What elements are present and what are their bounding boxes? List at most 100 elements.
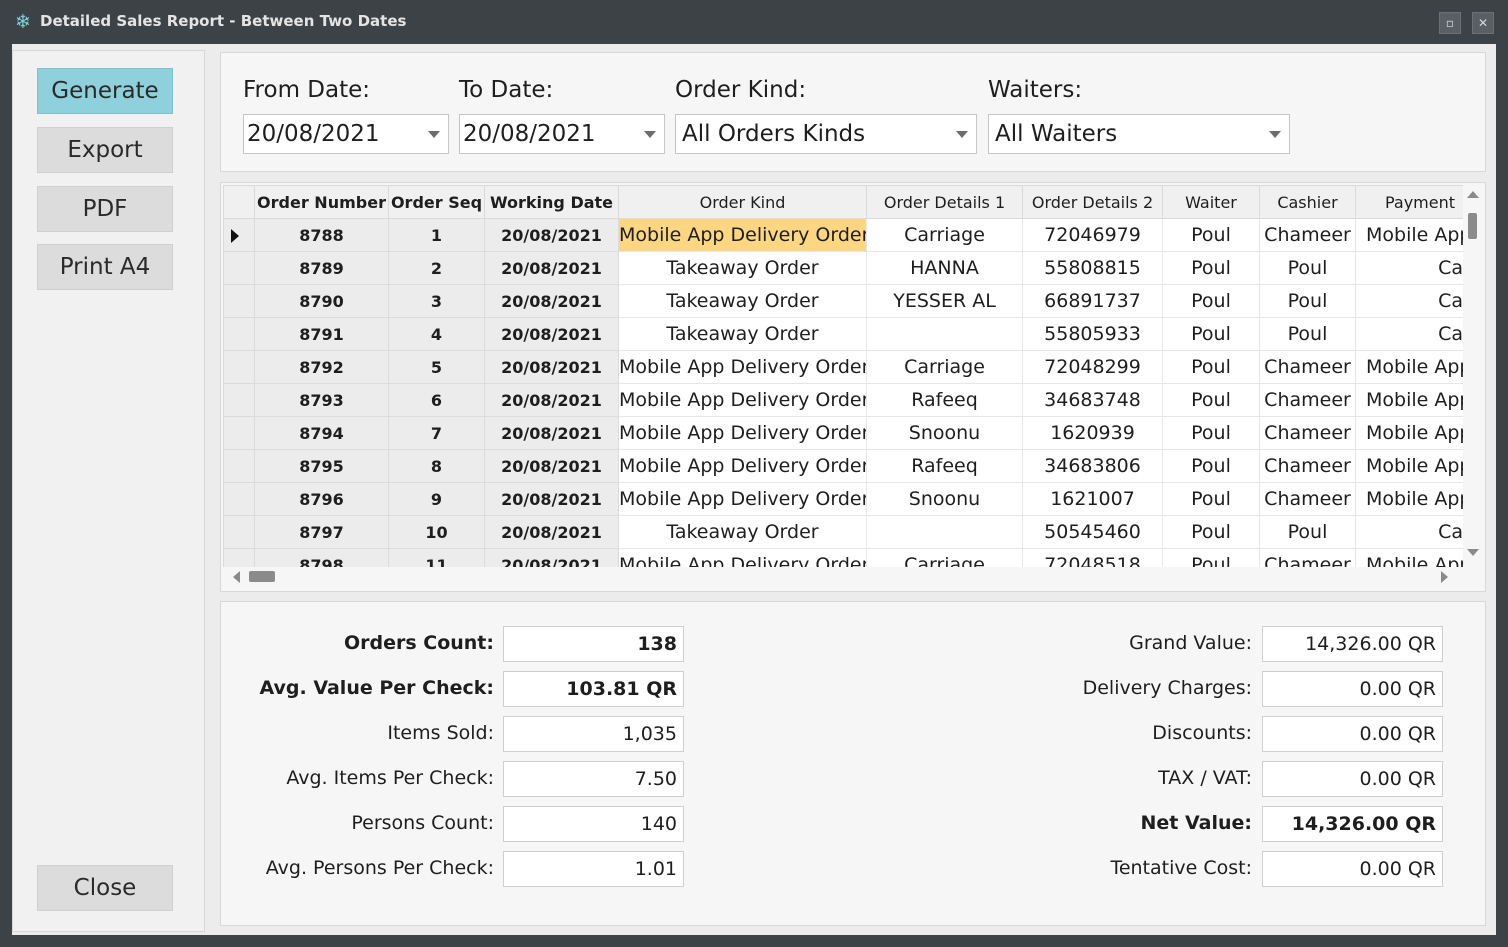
table-row[interactable]: 8796 9 20/08/2021 Mobile App Delivery Order…	[223, 482, 1463, 516]
column-header-cashier[interactable]: Cashier	[1259, 185, 1356, 219]
row-indicator[interactable]	[223, 548, 255, 567]
row-indicator[interactable]	[223, 218, 255, 252]
cashier-cell[interactable]: Chameer	[1259, 218, 1356, 252]
column-header-working-date[interactable]: Working Date	[484, 185, 619, 219]
table-row[interactable]: 8795 8 20/08/2021 Mobile App Delivery Order…	[223, 449, 1463, 483]
order-details-2-cell[interactable]: 55808815	[1022, 251, 1163, 285]
order-seq-cell[interactable]: 11	[388, 548, 485, 567]
waiter-cell[interactable]: Poul	[1162, 218, 1260, 252]
from-date-picker[interactable]: 20/08/2021	[243, 114, 449, 154]
payment-cell[interactable]: Mobile App	[1355, 482, 1463, 516]
column-header-order-details-1[interactable]: Order Details 1	[866, 185, 1023, 219]
order-seq-cell[interactable]: 6	[388, 383, 485, 417]
waiter-cell[interactable]: Poul	[1162, 251, 1260, 285]
cashier-cell[interactable]: Poul	[1259, 515, 1356, 549]
table-row[interactable]: 8789 2 20/08/2021 Takeaway Order HANNA 558088…	[223, 251, 1463, 285]
cashier-cell[interactable]: Poul	[1259, 284, 1356, 318]
working-date-cell[interactable]: 20/08/2021	[484, 449, 619, 483]
order-details-1-cell[interactable]: Snoonu	[866, 416, 1023, 450]
export-button[interactable]: Export	[37, 127, 173, 173]
generate-button[interactable]: Generate	[37, 68, 173, 114]
row-indicator[interactable]	[223, 482, 255, 516]
order-seq-cell[interactable]: 1	[388, 218, 485, 252]
waiters-select[interactable]: All Waiters	[988, 114, 1290, 154]
table-row[interactable]: 8798 11 20/08/2021 Mobile App Delivery Orde…	[223, 548, 1463, 567]
payment-cell[interactable]: Mobile App	[1355, 548, 1463, 567]
cashier-cell[interactable]: Chameer	[1259, 350, 1356, 384]
working-date-cell[interactable]: 20/08/2021	[484, 317, 619, 351]
cashier-cell[interactable]: Poul	[1259, 251, 1356, 285]
row-indicator[interactable]	[223, 449, 255, 483]
order-seq-cell[interactable]: 4	[388, 317, 485, 351]
order-details-1-cell[interactable]: Carriage	[866, 350, 1023, 384]
working-date-cell[interactable]: 20/08/2021	[484, 383, 619, 417]
order-details-2-cell[interactable]: 55805933	[1022, 317, 1163, 351]
column-header-order-seq[interactable]: Order Seq	[388, 185, 485, 219]
order-kind-select[interactable]: All Orders Kinds	[675, 114, 977, 154]
working-date-cell[interactable]: 20/08/2021	[484, 218, 619, 252]
order-number-cell[interactable]: 8789	[254, 251, 389, 285]
summary-value-field[interactable]: 7.50	[503, 761, 684, 797]
working-date-cell[interactable]: 20/08/2021	[484, 416, 619, 450]
order-details-1-cell[interactable]	[866, 317, 1023, 351]
waiter-cell[interactable]: Poul	[1162, 416, 1260, 450]
summary-value-field[interactable]: 1.01	[503, 851, 684, 887]
order-details-1-cell[interactable]: Rafeeq	[866, 383, 1023, 417]
orders-grid[interactable]: Order Number Order Seq Working Date Orde…	[223, 185, 1463, 567]
order-details-2-cell[interactable]: 50545460	[1022, 515, 1163, 549]
row-indicator[interactable]	[223, 383, 255, 417]
row-indicator[interactable]	[223, 284, 255, 318]
order-details-2-cell[interactable]: 72048299	[1022, 350, 1163, 384]
order-details-1-cell[interactable]	[866, 515, 1023, 549]
order-kind-cell[interactable]: Takeaway Order	[618, 515, 867, 549]
payment-cell[interactable]: Ca	[1355, 515, 1463, 549]
chevron-down-icon[interactable]	[1269, 131, 1281, 138]
summary-value-field[interactable]: 140	[503, 806, 684, 842]
waiter-cell[interactable]: Poul	[1162, 350, 1260, 384]
payment-cell[interactable]: Ca	[1355, 284, 1463, 318]
order-kind-cell[interactable]: Takeaway Order	[618, 251, 867, 285]
waiter-cell[interactable]: Poul	[1162, 449, 1260, 483]
waiter-cell[interactable]: Poul	[1162, 548, 1260, 567]
vertical-scrollbar[interactable]	[1463, 185, 1483, 567]
cashier-cell[interactable]: Chameer	[1259, 548, 1356, 567]
order-seq-cell[interactable]: 2	[388, 251, 485, 285]
scroll-up-icon[interactable]	[1467, 191, 1479, 198]
scroll-left-icon[interactable]	[233, 571, 240, 583]
chevron-down-icon[interactable]	[956, 131, 968, 138]
column-header-payment[interactable]: Payment	[1355, 185, 1463, 219]
cashier-cell[interactable]: Chameer	[1259, 482, 1356, 516]
working-date-cell[interactable]: 20/08/2021	[484, 251, 619, 285]
summary-value-field[interactable]: 14,326.00 QR	[1262, 806, 1443, 842]
table-row[interactable]: 8792 5 20/08/2021 Mobile App Delivery Order…	[223, 350, 1463, 384]
row-indicator[interactable]	[223, 317, 255, 351]
restore-button[interactable]: ▫	[1439, 12, 1461, 34]
payment-cell[interactable]: Ca	[1355, 251, 1463, 285]
order-number-cell[interactable]: 8788	[254, 218, 389, 252]
horizontal-scrollbar[interactable]	[223, 567, 1463, 587]
working-date-cell[interactable]: 20/08/2021	[484, 284, 619, 318]
working-date-cell[interactable]: 20/08/2021	[484, 515, 619, 549]
order-seq-cell[interactable]: 10	[388, 515, 485, 549]
waiter-cell[interactable]: Poul	[1162, 515, 1260, 549]
chevron-down-icon[interactable]	[428, 131, 440, 138]
order-details-2-cell[interactable]: 72048518	[1022, 548, 1163, 567]
scroll-down-icon[interactable]	[1467, 549, 1479, 556]
order-number-cell[interactable]: 8797	[254, 515, 389, 549]
waiter-cell[interactable]: Poul	[1162, 482, 1260, 516]
payment-cell[interactable]: Mobile App	[1355, 416, 1463, 450]
print-a4-button[interactable]: Print A4	[37, 244, 173, 290]
order-number-cell[interactable]: 8794	[254, 416, 389, 450]
summary-value-field[interactable]: 0.00 QR	[1262, 761, 1443, 797]
scroll-right-icon[interactable]	[1441, 571, 1448, 583]
cashier-cell[interactable]: Chameer	[1259, 449, 1356, 483]
order-seq-cell[interactable]: 3	[388, 284, 485, 318]
summary-value-field[interactable]: 1,035	[503, 716, 684, 752]
order-number-cell[interactable]: 8793	[254, 383, 389, 417]
payment-cell[interactable]: Mobile App	[1355, 449, 1463, 483]
summary-value-field[interactable]: 0.00 QR	[1262, 716, 1443, 752]
order-details-2-cell[interactable]: 72046979	[1022, 218, 1163, 252]
table-row[interactable]: 8791 4 20/08/2021 Takeaway Order 55805933 Pou…	[223, 317, 1463, 351]
column-header-order-details-2[interactable]: Order Details 2	[1022, 185, 1163, 219]
order-details-1-cell[interactable]: YESSER AL	[866, 284, 1023, 318]
